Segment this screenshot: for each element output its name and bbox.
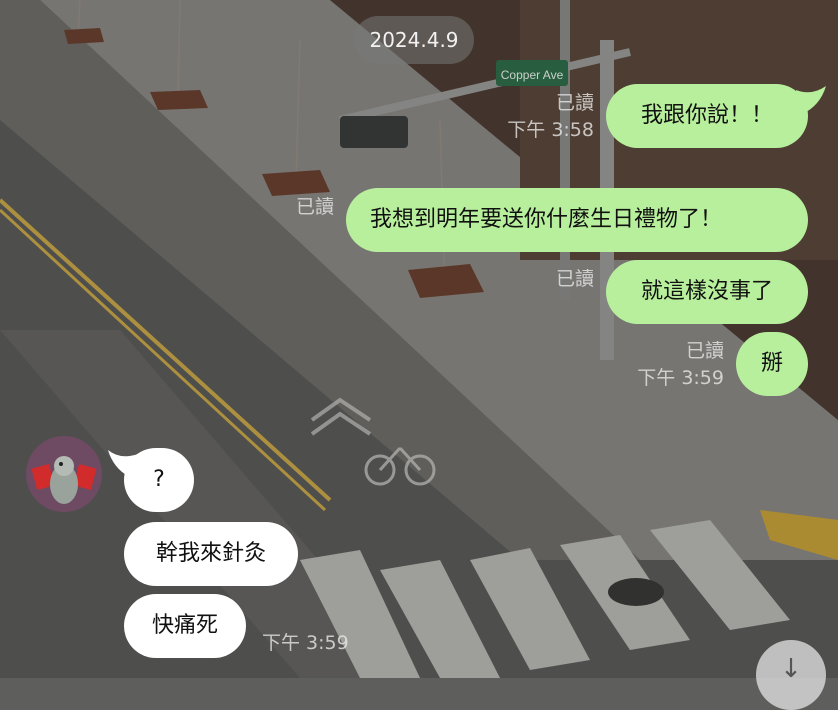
date-separator: 2024.4.9 <box>354 16 474 64</box>
outgoing-message-bubble[interactable]: 就這樣沒事了 <box>606 260 808 324</box>
message-meta: 已讀 <box>260 194 334 221</box>
incoming-message-bubble[interactable]: ? <box>124 448 194 512</box>
scroll-to-bottom-button[interactable]: ↓ <box>756 640 826 710</box>
read-receipt: 已讀 <box>295 196 334 218</box>
timestamp: 下午 3:59 <box>262 632 349 654</box>
message-meta: 已讀 下午 3:59 <box>608 338 724 392</box>
read-receipt: 已讀 <box>685 340 724 362</box>
incoming-message-bubble[interactable]: 幹我來針灸 <box>124 522 298 586</box>
arrow-down-icon: ↓ <box>780 654 802 684</box>
timestamp: 下午 3:59 <box>637 367 724 389</box>
message-meta: 已讀 <box>520 266 594 293</box>
outgoing-message-bubble[interactable]: 掰 <box>736 332 808 396</box>
message-meta: 已讀 下午 3:58 <box>480 90 594 144</box>
read-receipt: 已讀 <box>555 92 594 114</box>
contact-avatar[interactable] <box>26 436 102 512</box>
bubble-tail-icon <box>796 86 826 114</box>
outgoing-message-bubble[interactable]: 我跟你說！！ <box>606 84 808 148</box>
outgoing-message-bubble[interactable]: 我想到明年要送你什麼生日禮物了！ <box>346 188 808 252</box>
read-receipt: 已讀 <box>555 268 594 290</box>
timestamp: 下午 3:58 <box>507 119 594 141</box>
incoming-message-bubble[interactable]: 快痛死 <box>124 594 246 658</box>
